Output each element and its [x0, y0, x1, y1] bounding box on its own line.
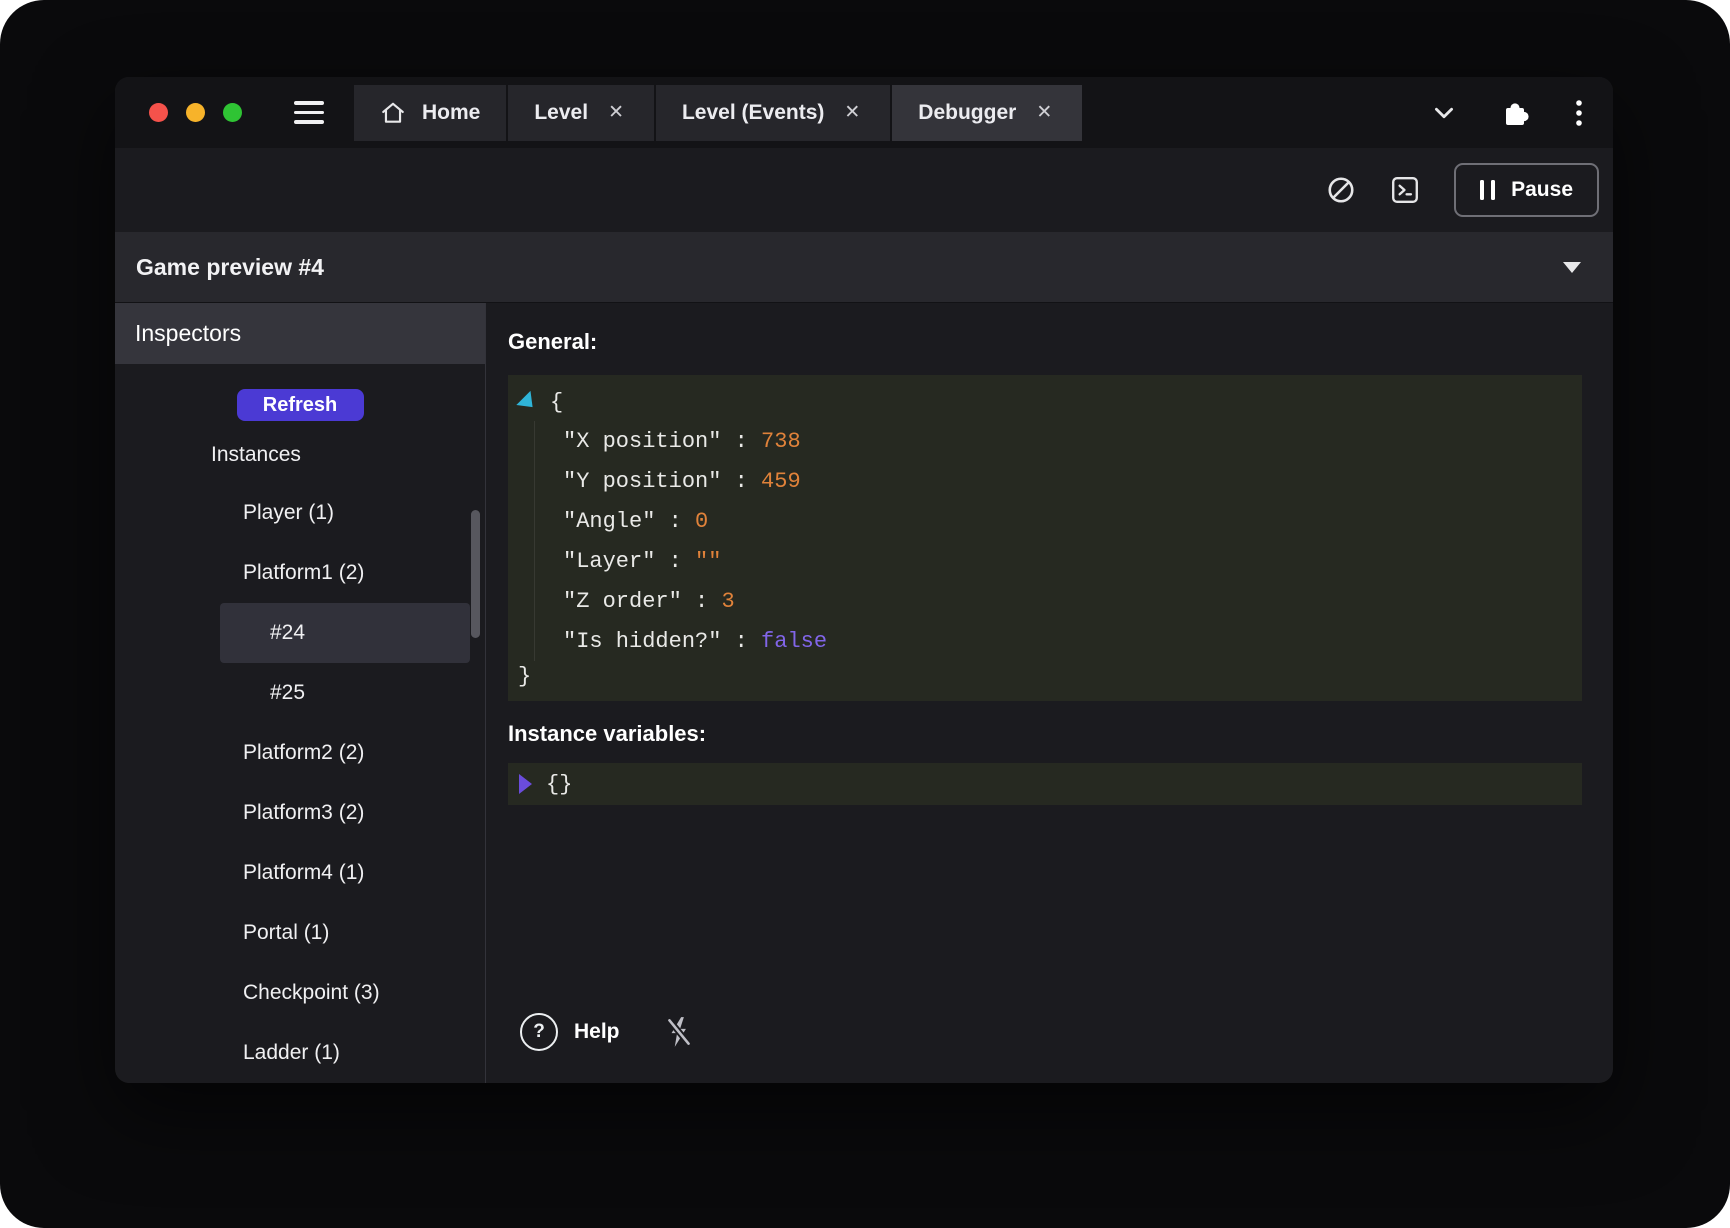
instance-variables-label: Instance variables: — [508, 719, 1582, 749]
close-brace: } — [508, 661, 1582, 691]
tab-level-events[interactable]: Level (Events) ✕ — [656, 85, 890, 141]
dropdown-caret-icon[interactable] — [1563, 262, 1581, 273]
instances-list: Player (1) Platform1 (2) #24 #25 Platfor… — [220, 483, 470, 1083]
list-item-platform4[interactable]: Platform4 (1) — [220, 843, 470, 903]
expand-triangle-icon[interactable] — [519, 774, 532, 794]
general-properties-json: { "X position" : 738 "Y position" : 459 … — [508, 375, 1582, 701]
open-brace: { — [550, 390, 563, 415]
minimize-window-button[interactable] — [186, 103, 205, 122]
tab-label: Level — [534, 101, 588, 125]
tab-list: Home Level ✕ Level (Events) ✕ Debugger ✕ — [354, 77, 1082, 148]
help-label: Help — [574, 1020, 620, 1044]
tab-label: Home — [422, 101, 480, 125]
collapse-triangle-icon[interactable] — [516, 390, 539, 413]
inspector-detail-panel: General: { "X position" : 738 "Y positio… — [486, 303, 1613, 1083]
tab-level[interactable]: Level ✕ — [508, 85, 654, 141]
debugger-toolbar: Pause — [115, 148, 1613, 232]
close-icon[interactable]: ✕ — [1032, 99, 1056, 126]
list-item-platform2[interactable]: Platform2 (2) — [220, 723, 470, 783]
tab-home[interactable]: Home — [354, 85, 506, 141]
refresh-button[interactable]: Refresh — [237, 389, 364, 421]
tab-debugger[interactable]: Debugger ✕ — [892, 85, 1082, 141]
list-item-instance-25[interactable]: #25 — [220, 663, 470, 723]
chevron-down-icon[interactable] — [1431, 100, 1457, 126]
tab-bar-actions — [1431, 98, 1613, 128]
close-window-button[interactable] — [149, 103, 168, 122]
instances-label: Instances — [211, 443, 485, 467]
property-angle: "Angle" : 0 — [563, 501, 1582, 541]
inspectors-header: Inspectors — [115, 303, 485, 364]
general-label: General: — [508, 327, 1582, 357]
list-item-portal[interactable]: Portal (1) — [220, 903, 470, 963]
list-item-platform1[interactable]: Platform1 (2) — [220, 543, 470, 603]
list-item-instance-24[interactable]: #24 — [220, 603, 470, 663]
list-item-platform3[interactable]: Platform3 (2) — [220, 783, 470, 843]
home-icon — [380, 100, 406, 126]
screenshot-canvas: Home Level ✕ Level (Events) ✕ Debugger ✕ — [0, 0, 1730, 1228]
list-item-player[interactable]: Player (1) — [220, 483, 470, 543]
help-icon[interactable]: ? — [520, 1013, 558, 1051]
list-item-ladder[interactable]: Ladder (1) — [220, 1023, 470, 1083]
game-preview-header[interactable]: Game preview #4 — [115, 232, 1613, 303]
instance-variables-json: {} — [508, 763, 1582, 805]
traffic-lights — [115, 103, 242, 122]
hamburger-menu-icon[interactable] — [294, 101, 324, 124]
kebab-menu-icon[interactable] — [1575, 98, 1583, 128]
property-is-hidden: "Is hidden?" : false — [563, 621, 1582, 661]
tab-label: Level (Events) — [682, 101, 824, 125]
instance-variables-value: {} — [546, 772, 572, 797]
property-x-position: "X position" : 738 — [563, 421, 1582, 461]
pause-icon — [1480, 180, 1495, 200]
extensions-puzzle-icon[interactable] — [1501, 98, 1531, 128]
zoom-window-button[interactable] — [223, 103, 242, 122]
close-icon[interactable]: ✕ — [604, 99, 628, 126]
property-layer: "Layer" : "" — [563, 541, 1582, 581]
flash-off-icon[interactable] — [664, 1015, 694, 1049]
tab-label: Debugger — [918, 101, 1016, 125]
close-icon[interactable]: ✕ — [840, 99, 864, 126]
console-icon[interactable] — [1390, 175, 1420, 205]
help-row: ? Help — [508, 1013, 1582, 1067]
json-property-lines: "X position" : 738 "Y position" : 459 "A… — [534, 421, 1582, 661]
app-window: Home Level ✕ Level (Events) ✕ Debugger ✕ — [115, 77, 1613, 1083]
debugger-content: Inspectors Refresh Instances Player (1) … — [115, 303, 1613, 1083]
inspectors-sidebar: Inspectors Refresh Instances Player (1) … — [115, 303, 486, 1083]
pause-button-label: Pause — [1511, 178, 1573, 202]
slow-motion-icon[interactable] — [1326, 175, 1356, 205]
sidebar-scrollbar[interactable] — [471, 510, 480, 638]
game-preview-title: Game preview #4 — [115, 254, 324, 281]
tab-bar: Home Level ✕ Level (Events) ✕ Debugger ✕ — [115, 77, 1613, 148]
pause-button[interactable]: Pause — [1454, 163, 1599, 217]
property-z-order: "Z order" : 3 — [563, 581, 1582, 621]
property-y-position: "Y position" : 459 — [563, 461, 1582, 501]
list-item-checkpoint[interactable]: Checkpoint (3) — [220, 963, 470, 1023]
